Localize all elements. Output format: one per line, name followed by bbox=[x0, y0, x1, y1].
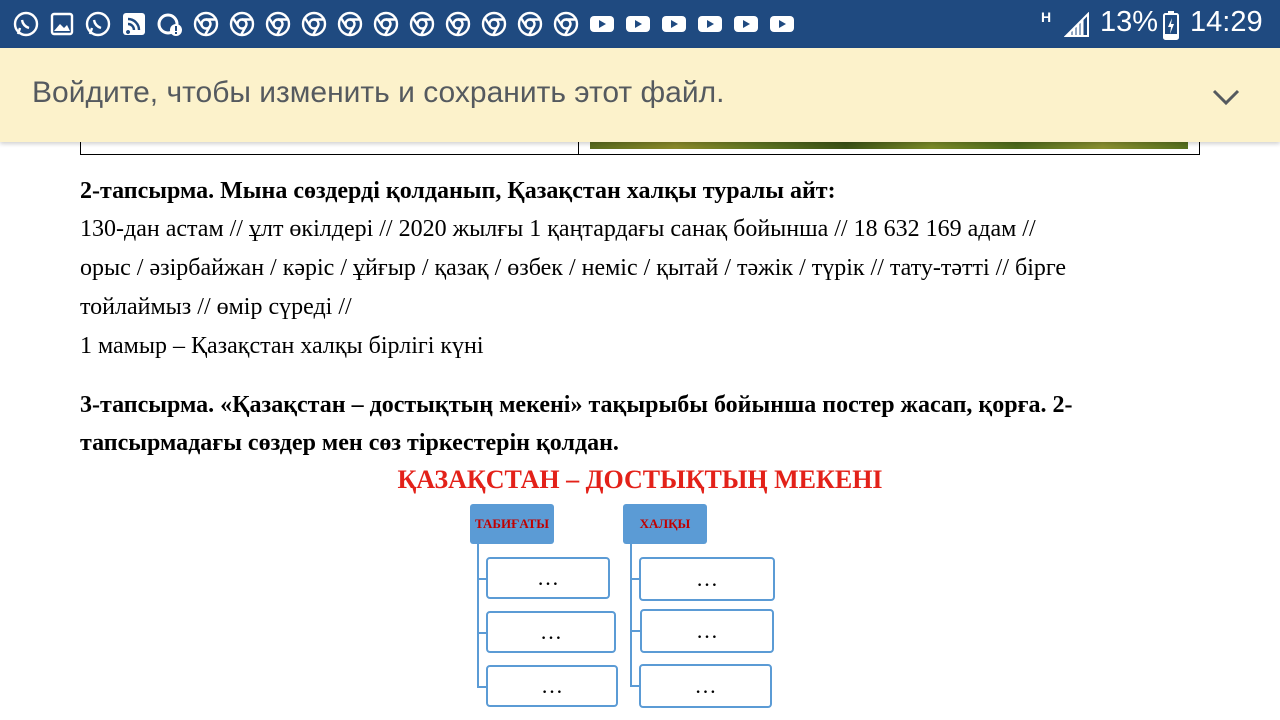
youtube-icon bbox=[770, 16, 794, 32]
clock: 14:29 bbox=[1190, 6, 1263, 38]
chrome-icon bbox=[445, 11, 471, 37]
youtube-icon bbox=[734, 16, 758, 32]
task2-line-3: тойлаймыз // өмір сүреді // bbox=[80, 294, 352, 320]
whatsapp-icon bbox=[13, 11, 39, 37]
diagram-item-box: … bbox=[640, 609, 774, 653]
connector-line bbox=[630, 544, 632, 686]
youtube-icon bbox=[662, 16, 686, 32]
diagram-item-box: … bbox=[486, 611, 616, 653]
youtube-icon bbox=[698, 16, 722, 32]
battery-percent: 13% bbox=[1100, 6, 1159, 38]
task2-line-4: 1 мамыр – Қазақстан халқы бірлігі күні bbox=[80, 333, 484, 359]
diagram-header-nature: ТАБИҒАТЫ bbox=[470, 504, 554, 544]
status-bar: H 13% 14:29 bbox=[0, 0, 1280, 48]
landscape-photo bbox=[590, 142, 1188, 149]
banner-message: Войдите, чтобы изменить и сохранить этот… bbox=[32, 76, 725, 109]
chrome-icon bbox=[481, 11, 507, 37]
signal-icon bbox=[1064, 12, 1089, 37]
network-type: H bbox=[1041, 9, 1052, 25]
table-cell-divider bbox=[578, 142, 579, 155]
settings-alert-icon bbox=[157, 13, 182, 36]
chrome-icon bbox=[301, 11, 327, 37]
chrome-icon bbox=[553, 11, 579, 37]
youtube-icon bbox=[590, 16, 614, 32]
task2-heading: 2-тапсырма. Мына сөздерді қолданып, Қаза… bbox=[80, 178, 836, 204]
connector-line bbox=[630, 685, 639, 687]
diagram-item-box: … bbox=[486, 557, 610, 599]
task3-line-2: тапсырмадағы сөздер мен сөз тіркестерін … bbox=[80, 430, 619, 456]
diagram-item-box: … bbox=[639, 664, 772, 708]
diagram-header-people: ХАЛҚЫ bbox=[623, 504, 707, 544]
chrome-icon bbox=[517, 11, 543, 37]
poster-title: ҚАЗАҚСТАН – ДОСТЫҚТЫҢ МЕКЕНІ bbox=[397, 465, 883, 494]
connector-line bbox=[477, 632, 486, 634]
chrome-icon bbox=[337, 11, 363, 37]
task3-line-1: 3-тапсырма. «Қазақстан – достықтың мекен… bbox=[80, 392, 1073, 418]
chrome-icon bbox=[373, 11, 399, 37]
diagram-item-box: … bbox=[486, 665, 618, 707]
connector-line bbox=[630, 630, 640, 632]
signin-banner[interactable]: Войдите, чтобы изменить и сохранить этот… bbox=[0, 48, 1280, 142]
connector-line bbox=[477, 544, 479, 688]
youtube-icon bbox=[626, 16, 650, 32]
whatsapp-icon bbox=[85, 11, 111, 37]
chevron-down-icon[interactable] bbox=[1208, 82, 1244, 112]
gallery-icon bbox=[50, 12, 74, 36]
chrome-icon bbox=[409, 11, 435, 37]
connector-line bbox=[477, 578, 486, 580]
wifi-icon bbox=[123, 13, 145, 35]
task2-line-2: орыс / әзірбайжан / кәріс / ұйғыр / қаза… bbox=[80, 255, 1067, 281]
chrome-icon bbox=[229, 11, 255, 37]
connector-line bbox=[630, 578, 639, 580]
connector-line bbox=[477, 686, 486, 688]
diagram-item-box: … bbox=[639, 557, 775, 601]
chrome-icon bbox=[265, 11, 291, 37]
battery-charging-icon bbox=[1163, 11, 1179, 40]
task2-line-1: 130-дан астам // ұлт өкілдері // 2020 жы… bbox=[80, 216, 1036, 242]
chrome-icon bbox=[193, 11, 219, 37]
